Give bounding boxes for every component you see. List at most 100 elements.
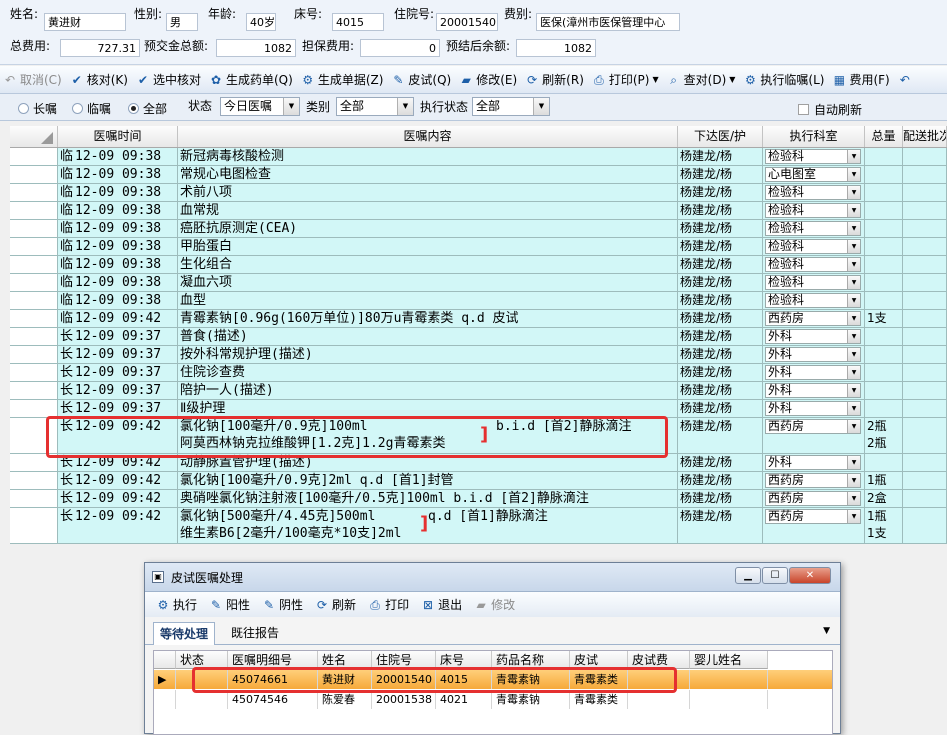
table-row[interactable]: 临 12-09 09:38 血常规 杨建龙/杨 检验科 ▼ (10, 202, 947, 220)
exec-dept-select[interactable]: 检验科 ▼ (765, 239, 861, 254)
bed-field[interactable]: 4015 (332, 13, 384, 31)
toolbar-button-4[interactable]: ⚙ 生成单据(Z) (298, 69, 387, 91)
exec-dept-select[interactable]: 西药房 ▼ (765, 419, 861, 434)
table-row[interactable]: 长 12-09 09:42 氯化钠[100毫升/0.9克]2ml q.d [首1]封… (10, 472, 947, 490)
toolbar-button-9[interactable]: ⌕ 查对(D) ▼ (664, 69, 739, 91)
dialog-toolbar-button-2[interactable]: ✎ 阴性 (259, 594, 306, 616)
exec-dept-select[interactable]: 检验科 ▼ (765, 149, 861, 164)
table-row[interactable]: 长 12-09 09:42 奥硝唑氯化钠注射液[100毫升/0.5克]100ml b… (10, 490, 947, 508)
table-row[interactable]: 长 12-09 09:37 普食(描述) 杨建龙/杨 外科 ▼ (10, 328, 947, 346)
dialog-header-cell[interactable]: 婴儿姓名 (690, 651, 768, 669)
grid-header-cell[interactable]: 下达医/护 (678, 126, 763, 147)
exec-dept-select[interactable]: 检验科 ▼ (765, 293, 861, 308)
toolbar-button-8[interactable]: ⎙ 打印(P) ▼ (589, 69, 662, 91)
row-selector[interactable] (10, 382, 58, 399)
exec-dept-select[interactable]: 外科 ▼ (765, 401, 861, 416)
payer-field[interactable]: 医保(漳州市医保管理中心 (536, 13, 680, 31)
exec-dept-select[interactable]: 外科 ▼ (765, 347, 861, 362)
auto-refresh-checkbox[interactable]: 自动刷新 (798, 101, 862, 118)
select-all-corner[interactable] (154, 651, 176, 669)
table-row[interactable]: 临 12-09 09:38 癌胚抗原测定(CEA) 杨建龙/杨 检验科 ▼ (10, 220, 947, 238)
table-row[interactable]: 临 12-09 09:38 术前八项 杨建龙/杨 检验科 ▼ (10, 184, 947, 202)
row-selector[interactable] (10, 310, 58, 327)
gender-field[interactable]: 男 (166, 13, 198, 31)
row-selector[interactable] (10, 328, 58, 345)
toolbar-button-0[interactable]: ↶ 取消(C) (0, 69, 65, 91)
radio-long-term[interactable]: 长嘱 (18, 100, 57, 117)
toolbar-button-11[interactable]: ▦ 费用(F) (829, 69, 892, 91)
exec-dept-select[interactable]: 外科 ▼ (765, 455, 861, 470)
admission-field[interactable]: 20001540 (436, 13, 498, 31)
row-selector[interactable] (10, 202, 58, 219)
row-selector[interactable] (10, 256, 58, 273)
toolbar-button-10[interactable]: ⚙ 执行临嘱(L) (740, 69, 827, 91)
grid-header-cell[interactable]: 配送批次 (903, 126, 947, 147)
row-selector[interactable] (10, 472, 58, 489)
age-field[interactable]: 40岁 (246, 13, 276, 31)
chevron-down-icon[interactable]: ▼ (729, 75, 735, 84)
maximize-button[interactable]: ☐ (762, 567, 788, 584)
row-selector[interactable] (10, 148, 58, 165)
dialog-toolbar-button-3[interactable]: ⟳ 刷新 (312, 594, 359, 616)
row-selector[interactable] (10, 184, 58, 201)
grid-header-cell[interactable]: 总量 (865, 126, 903, 147)
radio-temporary[interactable]: 临嘱 (72, 100, 111, 117)
toolbar-button-12[interactable]: ↶ (895, 69, 918, 91)
row-selector[interactable] (10, 508, 58, 543)
table-row[interactable]: 临 12-09 09:38 甲胎蛋白 杨建龙/杨 检验科 ▼ (10, 238, 947, 256)
table-row[interactable]: 长 12-09 09:37 陪护一人(描述) 杨建龙/杨 外科 ▼ (10, 382, 947, 400)
exec-dept-select[interactable]: 西药房 ▼ (765, 311, 861, 326)
tab-past-reports[interactable]: 既往报告 (225, 622, 285, 644)
grid-header-cell[interactable]: 医嘱内容 (178, 126, 678, 147)
balance-field[interactable]: 1082 (516, 39, 596, 57)
chevron-down-icon[interactable]: ▼ (823, 626, 830, 636)
table-row[interactable]: 临 12-09 09:38 常规心电图检查 杨建龙/杨 心电图室 ▼ (10, 166, 947, 184)
exec-dept-select[interactable]: 西药房 ▼ (765, 491, 861, 506)
row-selector[interactable] (10, 292, 58, 309)
total-field[interactable]: 727.31 (60, 39, 140, 57)
dialog-toolbar-button-5[interactable]: ⊠ 退出 (418, 594, 465, 616)
table-row[interactable]: 长 12-09 09:37 按外科常规护理(描述) 杨建龙/杨 外科 ▼ (10, 346, 947, 364)
exec-dept-select[interactable]: 心电图室 ▼ (765, 167, 861, 182)
table-row[interactable]: 临 12-09 09:38 血型 杨建龙/杨 检验科 ▼ (10, 292, 947, 310)
toolbar-button-3[interactable]: ✿ 生成药单(Q) (206, 69, 296, 91)
grid-header-cell[interactable]: 医嘱时间 (58, 126, 178, 147)
row-selector[interactable] (10, 274, 58, 291)
row-selector[interactable] (10, 346, 58, 363)
dialog-toolbar-button-0[interactable]: ⚙ 执行 (153, 594, 200, 616)
category-select[interactable]: 全部 ▼ (336, 97, 414, 116)
row-selector[interactable] (10, 220, 58, 237)
row-selector[interactable] (10, 238, 58, 255)
exec-dept-select[interactable]: 外科 ▼ (765, 383, 861, 398)
exec-dept-select[interactable]: 检验科 ▼ (765, 275, 861, 290)
exec-dept-select[interactable]: 外科 ▼ (765, 329, 861, 344)
toolbar-button-7[interactable]: ⟳ 刷新(R) (522, 69, 587, 91)
toolbar-button-2[interactable]: ✔ 选中核对 (133, 69, 204, 91)
chevron-down-icon[interactable]: ▼ (652, 75, 658, 84)
dialog-toolbar-button-4[interactable]: ⎙ 打印 (365, 594, 412, 616)
toolbar-button-5[interactable]: ✎ 皮试(Q) (388, 69, 454, 91)
exec-dept-select[interactable]: 西药房 ▼ (765, 473, 861, 488)
dialog-toolbar-button-6[interactable]: ▰ 修改 (471, 594, 518, 616)
row-selector[interactable] (10, 364, 58, 381)
exec-dept-select[interactable]: 检验科 ▼ (765, 185, 861, 200)
minimize-button[interactable]: ▁ (735, 567, 761, 584)
row-selector[interactable] (10, 166, 58, 183)
table-row[interactable]: 临 12-09 09:42 青霉素钠[0.96g(160万单位)]80万u青霉素类 … (10, 310, 947, 328)
toolbar-button-1[interactable]: ✔ 核对(K) (67, 69, 131, 91)
close-button[interactable]: ✕ (789, 567, 831, 584)
row-selector[interactable]: ▶ (154, 670, 176, 689)
table-row[interactable]: 长 12-09 09:42 氯化钠[500毫升/4.45克]500ml 维生素B6[2… (10, 508, 947, 544)
exec-status-select[interactable]: 全部 ▼ (472, 97, 550, 116)
exec-dept-select[interactable]: 西药房 ▼ (765, 509, 861, 524)
table-row[interactable]: 长 12-09 09:37 住院诊查费 杨建龙/杨 外科 ▼ (10, 364, 947, 382)
exec-dept-select[interactable]: 外科 ▼ (765, 365, 861, 380)
radio-all[interactable]: 全部 (128, 100, 167, 117)
exec-dept-select[interactable]: 检验科 ▼ (765, 203, 861, 218)
grid-header-cell[interactable]: 执行科室 (763, 126, 865, 147)
prepay-field[interactable]: 1082 (216, 39, 296, 57)
exec-dept-select[interactable]: 检验科 ▼ (765, 257, 861, 272)
table-row[interactable]: 临 12-09 09:38 凝血六项 杨建龙/杨 检验科 ▼ (10, 274, 947, 292)
table-row[interactable]: 临 12-09 09:38 新冠病毒核酸检测 杨建龙/杨 检验科 ▼ (10, 148, 947, 166)
name-field[interactable]: 黄进财 (44, 13, 126, 31)
